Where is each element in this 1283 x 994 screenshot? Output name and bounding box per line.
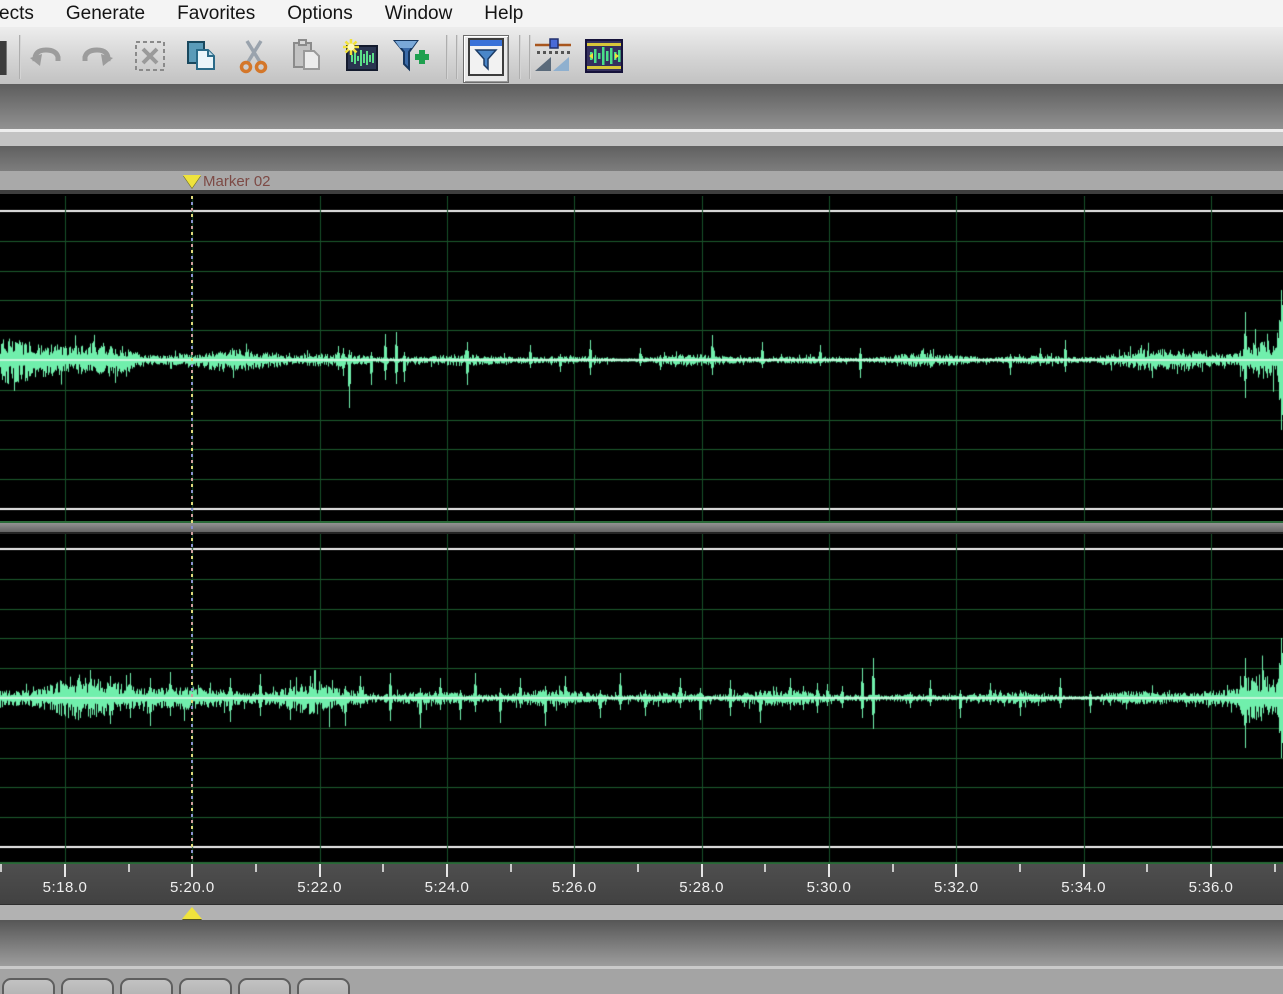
ruler-time-label: 5:32.0: [916, 879, 996, 896]
ruler-major-tick: [955, 864, 957, 877]
paste-button[interactable]: [287, 38, 325, 78]
ruler-time-label: 5:24.0: [407, 879, 487, 896]
dock-band: [0, 84, 1283, 129]
ruler-time-label: 5:20.0: [152, 879, 232, 896]
redo-icon: [80, 41, 114, 76]
toolbar-separator: [19, 35, 21, 79]
ruler-time-label: 5:18.0: [25, 879, 105, 896]
cut-icon: [238, 38, 270, 79]
marker-bar[interactable]: Marker 02: [0, 171, 1283, 190]
menu-item-favorites[interactable]: Favorites: [161, 0, 271, 27]
dock-band-light: [0, 132, 1283, 146]
waveform-view-icon: [584, 38, 624, 79]
delete-selection-button[interactable]: [131, 38, 169, 78]
menu-item-help[interactable]: Help: [468, 0, 539, 27]
copy-button[interactable]: [182, 38, 220, 78]
show-effects-rack-button[interactable]: [463, 35, 509, 83]
ruler-minor-tick: [764, 864, 766, 872]
ruler-time-label: 5:34.0: [1044, 879, 1124, 896]
menu-item-window[interactable]: Window: [369, 0, 469, 27]
ruler-major-tick: [446, 864, 448, 877]
ruler-major-tick: [64, 864, 66, 877]
waveform-display[interactable]: [0, 194, 1283, 864]
menu-item-effects[interactable]: ects: [0, 0, 50, 27]
ruler-minor-tick: [382, 864, 384, 872]
ruler-major-tick: [828, 864, 830, 877]
toolbar-separator: [529, 35, 531, 79]
shortcut-bar: [0, 969, 1283, 994]
ruler-major-tick: [1083, 864, 1085, 877]
ruler-minor-tick: [1146, 864, 1148, 872]
ruler-time-label: 5:36.0: [1171, 879, 1251, 896]
app-window: ectsGenerateFavoritesOptionsWindowHelp: [0, 0, 1283, 994]
generate-effect-icon: [341, 38, 379, 79]
shortcut-button[interactable]: [297, 978, 350, 994]
add-filter-icon: [392, 37, 430, 80]
ruler-minor-tick: [128, 864, 130, 872]
cue-bar[interactable]: [0, 904, 1283, 920]
waveform-view-button[interactable]: [585, 38, 623, 78]
ruler-minor-tick: [510, 864, 512, 872]
generate-effect-button[interactable]: [341, 38, 379, 78]
shortcut-button[interactable]: [179, 978, 232, 994]
delete-selection-icon: [133, 39, 167, 78]
ruler-minor-tick: [892, 864, 894, 872]
envelope-tool-icon: [533, 37, 573, 80]
envelope-tool-button[interactable]: [534, 38, 572, 78]
paste-icon: [288, 38, 324, 79]
shortcut-button[interactable]: [2, 978, 55, 994]
undo-icon: [29, 41, 63, 76]
toolbar-separator: [519, 35, 521, 79]
ruler-time-label: 5:22.0: [280, 879, 360, 896]
effects-rack-icon: [467, 37, 505, 82]
ruler-time-label: 5:30.0: [789, 879, 869, 896]
ruler-major-tick: [1210, 864, 1212, 877]
add-filter-button[interactable]: [392, 38, 430, 78]
ruler-minor-tick: [637, 864, 639, 872]
timeline-ruler[interactable]: 5:18.0 5:20.0 5:22.0 5:24.0 5:26.0 5:28.0 5:30…: [0, 864, 1283, 904]
toolbar-separator: [456, 35, 458, 79]
cut-button[interactable]: [235, 38, 273, 78]
copy-icon: [183, 38, 219, 79]
ruler-major-tick: [319, 864, 321, 877]
ruler-minor-tick: [0, 864, 2, 872]
undo-button[interactable]: [27, 38, 65, 78]
ruler-major-tick: [191, 864, 193, 877]
toolbar: [0, 27, 1283, 86]
marker-label: Marker 02: [203, 174, 271, 189]
shortcut-button[interactable]: [238, 978, 291, 994]
ruler-major-tick: [573, 864, 575, 877]
dock-band-dark: [0, 146, 1283, 171]
marker-triangle-icon: [183, 175, 201, 188]
ruler-minor-tick: [1019, 864, 1021, 872]
shortcut-button[interactable]: [120, 978, 173, 994]
marker-line: [191, 196, 193, 862]
menu-item-options[interactable]: Options: [271, 0, 368, 27]
status-band: [0, 920, 1283, 966]
menu-bar: ectsGenerateFavoritesOptionsWindowHelp: [0, 0, 1283, 27]
clipped-toolbar-icon: [0, 41, 7, 75]
redo-button[interactable]: [78, 38, 116, 78]
ruler-time-label: 5:28.0: [662, 879, 742, 896]
toolbar-separator: [446, 35, 448, 79]
marker-flag[interactable]: Marker 02: [183, 174, 271, 189]
menu-item-generate[interactable]: Generate: [50, 0, 161, 27]
ruler-minor-tick: [255, 864, 257, 872]
ruler-time-label: 5:26.0: [534, 879, 614, 896]
ruler-minor-tick: [1274, 864, 1276, 872]
ruler-major-tick: [701, 864, 703, 877]
shortcut-button[interactable]: [61, 978, 114, 994]
playhead-triangle-icon[interactable]: [182, 907, 202, 919]
